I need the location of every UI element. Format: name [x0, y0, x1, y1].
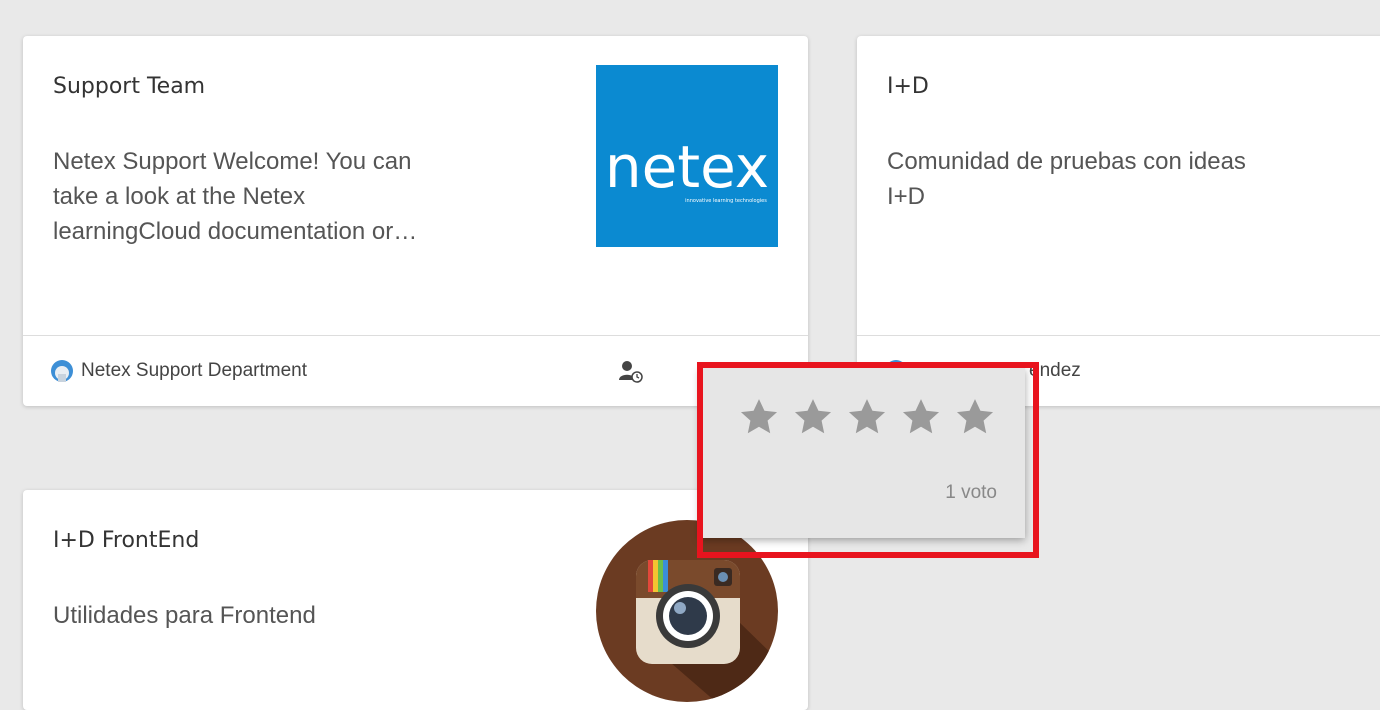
- votes-count: 1 voto: [945, 482, 997, 503]
- netex-logo: netex innovative learning technologies: [596, 65, 778, 247]
- card-title[interactable]: I+D FrontEnd: [53, 528, 199, 553]
- owner-name[interactable]: éndez: [1029, 360, 1081, 382]
- description-line: learningCloud documentation or…: [53, 218, 418, 245]
- card-title[interactable]: I+D: [887, 74, 929, 99]
- description-line: I+D: [887, 183, 926, 210]
- owner-avatar-icon[interactable]: [51, 360, 73, 382]
- owner-name[interactable]: Netex Support Department: [81, 360, 307, 382]
- community-card-id-frontend[interactable]: I+D FrontEnd Utilidades para Frontend: [23, 490, 808, 710]
- instagram-camera-icon: [596, 520, 778, 702]
- rating-popup: 1 voto: [700, 368, 1025, 538]
- star-icon[interactable]: [954, 396, 996, 438]
- community-card-support-team[interactable]: Support Team Netex Support Welcome! You …: [23, 36, 808, 406]
- netex-logo-tagline: innovative learning technologies: [685, 198, 767, 204]
- community-card-id[interactable]: I+D Comunidad de pruebas con ideas I+D é…: [857, 36, 1380, 406]
- card-footer: Netex Support Department: [23, 335, 808, 406]
- star-icon[interactable]: [900, 396, 942, 438]
- members-pending-icon[interactable]: [618, 360, 644, 384]
- card-description: Netex Support Welcome! You can take a lo…: [53, 144, 417, 249]
- card-description: Utilidades para Frontend: [53, 598, 316, 633]
- star-rating[interactable]: [738, 396, 996, 438]
- description-line: Comunidad de pruebas con ideas: [887, 148, 1246, 175]
- card-title[interactable]: Support Team: [53, 74, 205, 99]
- star-icon[interactable]: [846, 396, 888, 438]
- description-line: take a look at the Netex: [53, 183, 306, 210]
- star-icon[interactable]: [738, 396, 780, 438]
- description-line: Netex Support Welcome! You can: [53, 148, 412, 175]
- star-icon[interactable]: [792, 396, 834, 438]
- card-description: Comunidad de pruebas con ideas I+D: [887, 144, 1246, 214]
- netex-logo-word: netex: [605, 133, 769, 201]
- description-line: Utilidades para Frontend: [53, 602, 316, 629]
